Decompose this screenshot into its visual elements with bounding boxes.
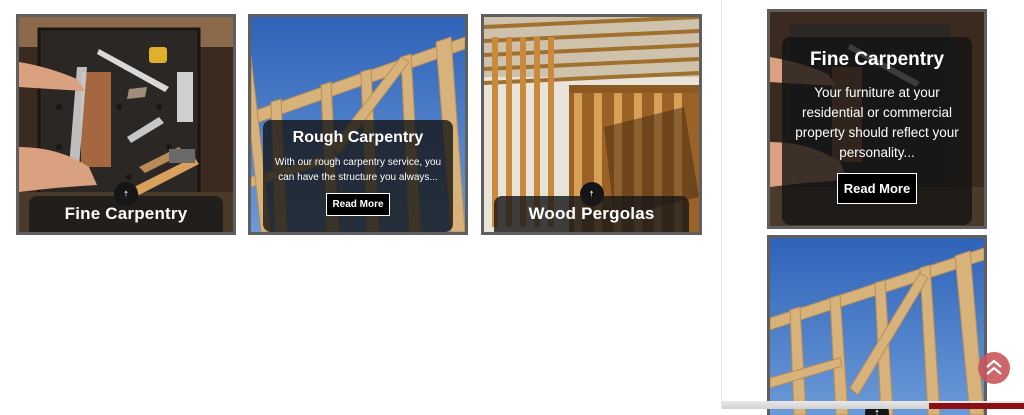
- chevron-up-icon: [986, 359, 1002, 375]
- card-title-bar: Wood Pergolas: [494, 196, 689, 232]
- accent-bar: [929, 403, 1024, 409]
- read-more-button[interactable]: Read More: [836, 173, 918, 204]
- service-card-rough-carpentry[interactable]: ↑: [767, 235, 987, 415]
- card-detail-overlay: Fine Carpentry Your furniture at your re…: [782, 37, 972, 225]
- card-title: Wood Pergolas: [528, 204, 655, 223]
- card-title: Fine Carpentry: [64, 204, 188, 223]
- scroll-to-top-button[interactable]: [978, 352, 1010, 384]
- service-card-fine-carpentry[interactable]: ↑ Fine Carpentry: [16, 14, 236, 235]
- read-more-button[interactable]: Read More: [326, 193, 390, 216]
- service-card-fine-carpentry-expanded[interactable]: Fine Carpentry Your furniture at your re…: [767, 9, 987, 229]
- card-title: Rough Carpentry: [292, 129, 424, 146]
- card-description: Your furniture at your residential or co…: [795, 85, 959, 160]
- card-title-bar: Fine Carpentry: [29, 196, 223, 232]
- card-detail-overlay: Rough Carpentry With our rough carpentry…: [263, 120, 453, 232]
- card-title: Fine Carpentry: [809, 49, 945, 70]
- service-card-rough-carpentry[interactable]: Rough Carpentry With our rough carpentry…: [248, 14, 468, 235]
- service-card-wood-pergolas[interactable]: ↑ Wood Pergolas: [481, 14, 702, 235]
- bottom-scroll-strip: [722, 401, 1024, 409]
- card-description: With our rough carpentry service, you ca…: [274, 157, 442, 183]
- framing-image: [770, 238, 984, 415]
